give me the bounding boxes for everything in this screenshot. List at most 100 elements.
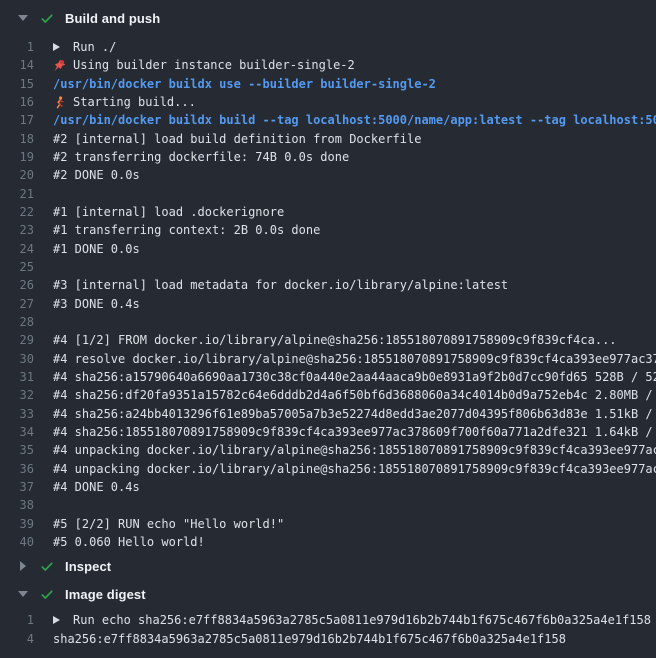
- log-line-text: #4 [1/2] FROM docker.io/library/alpine@s…: [53, 333, 656, 347]
- line-number[interactable]: 31: [0, 370, 34, 384]
- section-title: Build and push: [65, 11, 160, 26]
- log-line: 14 Using builder instance builder-single-…: [0, 56, 656, 74]
- line-number[interactable]: 4: [0, 632, 34, 646]
- check-icon: [40, 559, 54, 574]
- line-number[interactable]: 23: [0, 223, 34, 237]
- log-line: 1 Run ./: [0, 38, 656, 56]
- log-line: 25: [0, 258, 656, 276]
- log-line-text: Using builder instance builder-single-2: [73, 58, 656, 72]
- log-line: 26 #3 [internal] load metadata for docker…: [0, 276, 656, 294]
- pin-icon: [53, 59, 67, 72]
- section-title: Inspect: [65, 559, 111, 574]
- log-line: 31 #4 sha256:a15790640a6690aa1730c38cf0a4…: [0, 368, 656, 386]
- line-number[interactable]: 38: [0, 498, 34, 512]
- log-line-text: #5 0.060 Hello world!: [53, 535, 656, 549]
- log-line-text: /usr/bin/docker buildx use --builder bui…: [53, 77, 656, 91]
- log-line-text: #2 [internal] load build definition from…: [53, 132, 656, 146]
- chevron-right-icon: [17, 561, 29, 571]
- log-section-inspect: Inspect: [0, 553, 656, 579]
- log-line-text: #4 unpacking docker.io/library/alpine@sh…: [53, 443, 656, 457]
- line-number[interactable]: 15: [0, 77, 34, 91]
- log-line: 32 #4 sha256:df20fa9351a15782c64e6dddb2d4…: [0, 386, 656, 404]
- line-number[interactable]: 34: [0, 425, 34, 439]
- line-number[interactable]: 19: [0, 150, 34, 164]
- log-line-text: /usr/bin/docker buildx build --tag local…: [53, 113, 656, 127]
- line-number[interactable]: 39: [0, 517, 34, 531]
- log-line-text: #4 sha256:185518070891758909c9f839cf4ca3…: [53, 425, 656, 439]
- log-line: 28: [0, 313, 656, 331]
- log-line-text: #4 sha256:df20fa9351a15782c64e6dddb2d4a6…: [53, 388, 656, 402]
- log-line-text: #2 transferring dockerfile: 74B 0.0s don…: [53, 150, 656, 164]
- line-number[interactable]: 35: [0, 443, 34, 457]
- log-line: 1 Run echo sha256:e7ff8834a5963a2785c5a08…: [0, 611, 656, 629]
- play-icon[interactable]: [53, 616, 67, 624]
- log-line: 34 #4 sha256:185518070891758909c9f839cf4c…: [0, 423, 656, 441]
- line-number[interactable]: 28: [0, 315, 34, 329]
- log-line-text: Run echo sha256:e7ff8834a5963a2785c5a081…: [73, 613, 656, 627]
- log-line: 17/usr/bin/docker buildx build --tag loc…: [0, 111, 656, 129]
- line-number[interactable]: 29: [0, 333, 34, 347]
- log-line-text: #4 DONE 0.4s: [53, 480, 656, 494]
- section-title: Image digest: [65, 587, 146, 602]
- log-line: 37 #4 DONE 0.4s: [0, 478, 656, 496]
- log-line-text: #1 [internal] load .dockerignore: [53, 205, 656, 219]
- line-number[interactable]: 14: [0, 58, 34, 72]
- line-number[interactable]: 36: [0, 462, 34, 476]
- log-line: 19 #2 transferring dockerfile: 74B 0.0s d…: [0, 148, 656, 166]
- log-line: 23 #1 transferring context: 2B 0.0s done: [0, 221, 656, 239]
- log-block: 1 Run echo sha256:e7ff8834a5963a2785c5a08…: [0, 609, 656, 650]
- log-line: 15/usr/bin/docker buildx use --builder b…: [0, 75, 656, 93]
- line-number[interactable]: 25: [0, 260, 34, 274]
- line-number[interactable]: 1: [0, 40, 34, 54]
- line-number[interactable]: 16: [0, 95, 34, 109]
- chevron-down-icon: [17, 15, 29, 21]
- log-block: 1 Run ./ 14 Using builder instance builder-…: [0, 36, 656, 553]
- line-number[interactable]: 30: [0, 352, 34, 366]
- log-line: 22 #1 [internal] load .dockerignore: [0, 203, 656, 221]
- log-line-text: Starting build...: [73, 95, 656, 109]
- log-line: 16 Starting build...: [0, 93, 656, 111]
- log-line: 18 #2 [internal] load build definition fr…: [0, 130, 656, 148]
- log-line-text: #4 sha256:a24bb4013296f61e89ba57005a7b3e…: [53, 407, 656, 421]
- line-number[interactable]: 22: [0, 205, 34, 219]
- section-header-image-digest[interactable]: Image digest: [0, 579, 656, 609]
- line-number[interactable]: 33: [0, 407, 34, 421]
- log-line-text: #5 [2/2] RUN echo "Hello world!": [53, 517, 656, 531]
- section-header-build-and-push[interactable]: Build and push: [0, 0, 656, 36]
- line-number[interactable]: 24: [0, 242, 34, 256]
- log-line: 39 #5 [2/2] RUN echo "Hello world!": [0, 515, 656, 533]
- check-icon: [40, 587, 54, 602]
- log-line: 30 #4 resolve docker.io/library/alpine@sh…: [0, 350, 656, 368]
- line-number[interactable]: 40: [0, 535, 34, 549]
- line-number[interactable]: 1: [0, 613, 34, 627]
- line-number[interactable]: 32: [0, 388, 34, 402]
- line-number[interactable]: 27: [0, 297, 34, 311]
- log-line-text: #3 [internal] load metadata for docker.i…: [53, 278, 656, 292]
- chevron-down-icon: [17, 591, 29, 597]
- log-section-build-and-push: Build and push 1 Run ./ 14 Using builder ins…: [0, 0, 656, 553]
- actions-log-viewer: Build and push1Run ./14Using builder ins…: [0, 0, 656, 658]
- line-number[interactable]: 37: [0, 480, 34, 494]
- log-line-text: #1 DONE 0.0s: [53, 242, 656, 256]
- log-line-text: #1 transferring context: 2B 0.0s done: [53, 223, 656, 237]
- log-line: 4 sha256:e7ff8834a5963a2785c5a0811e979d16…: [0, 630, 656, 648]
- line-number[interactable]: 21: [0, 187, 34, 201]
- log-line: 29 #4 [1/2] FROM docker.io/library/alpine…: [0, 331, 656, 349]
- log-line: 38: [0, 496, 656, 514]
- line-number[interactable]: 26: [0, 278, 34, 292]
- log-line-text: sha256:e7ff8834a5963a2785c5a0811e979d16b…: [53, 632, 656, 646]
- log-line-text: #4 sha256:a15790640a6690aa1730c38cf0a440…: [53, 370, 656, 384]
- log-line: 24 #1 DONE 0.0s: [0, 240, 656, 258]
- line-number[interactable]: 17: [0, 113, 34, 127]
- line-number[interactable]: 18: [0, 132, 34, 146]
- log-line-text: #3 DONE 0.4s: [53, 297, 656, 311]
- line-number[interactable]: 20: [0, 168, 34, 182]
- play-icon[interactable]: [53, 43, 67, 51]
- section-header-inspect[interactable]: Inspect: [0, 553, 656, 579]
- log-line-text: #4 resolve docker.io/library/alpine@sha2…: [53, 352, 656, 366]
- log-line: 33 #4 sha256:a24bb4013296f61e89ba57005a7b…: [0, 405, 656, 423]
- log-line-text: Run ./: [73, 40, 656, 54]
- log-section-image-digest: Image digest 1 Run echo sha256:e7ff8834a59…: [0, 579, 656, 650]
- runner-icon: [53, 96, 67, 109]
- check-icon: [40, 11, 54, 26]
